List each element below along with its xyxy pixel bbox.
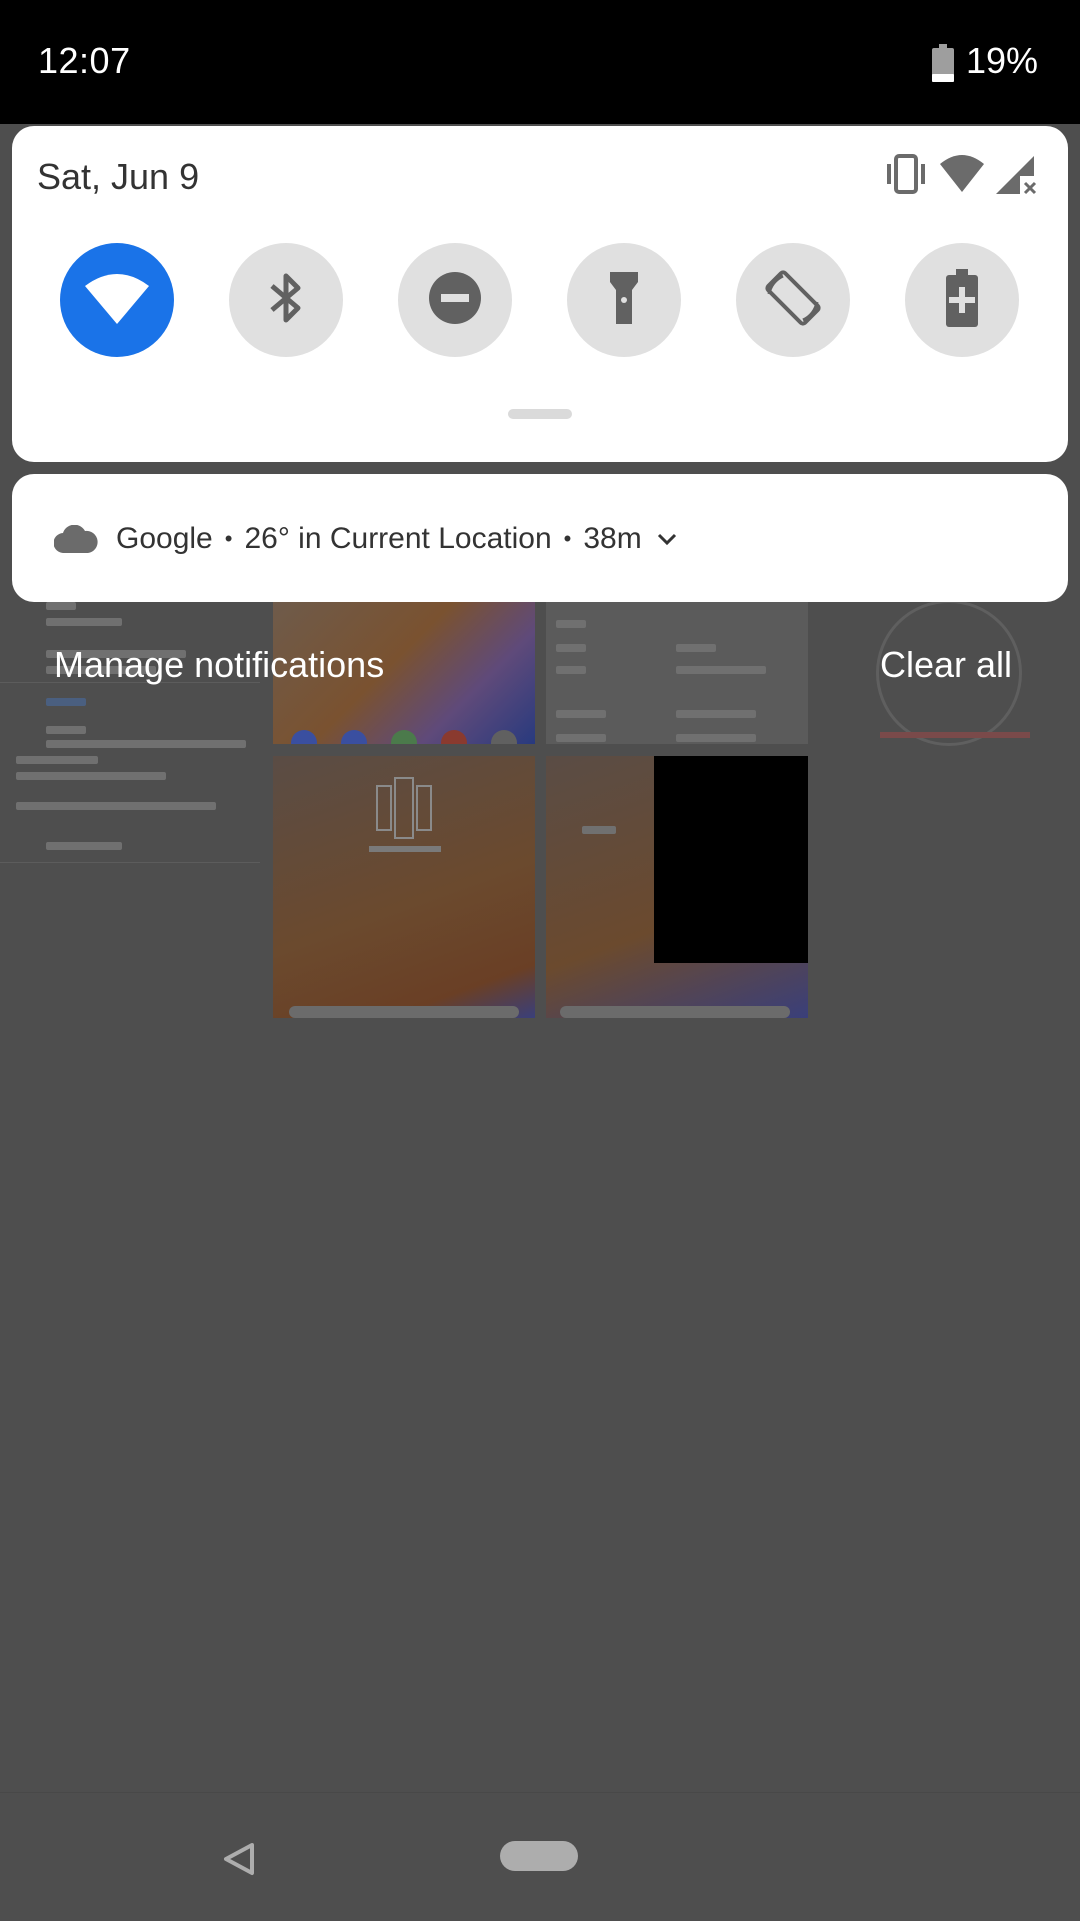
wifi-signal-icon [938, 150, 986, 203]
separator: • [224, 526, 233, 551]
status-bar: 12:07 19% [0, 0, 1080, 124]
bluetooth-icon [266, 270, 306, 331]
auto-rotate-icon [761, 266, 825, 335]
tile-wifi[interactable] [60, 243, 174, 357]
recent-app-thumbnail [546, 756, 808, 1018]
navigation-bar [0, 1792, 1080, 1921]
home-pill-icon[interactable] [500, 1841, 578, 1871]
notification-header: Google • 26° in Current Location • 38m [54, 522, 678, 556]
vibrate-icon [882, 150, 930, 203]
cloud-icon [54, 525, 98, 553]
manage-notifications-button[interactable]: Manage notifications [54, 644, 384, 686]
battery-percent: 19% [965, 40, 1038, 81]
wifi-icon [83, 270, 151, 331]
recent-app-thumbnail [273, 756, 535, 1018]
tile-bluetooth[interactable] [229, 243, 343, 357]
notification-app-name: Google [116, 522, 213, 555]
battery-saver-icon [946, 268, 978, 332]
notification-temperature: 26° in Current Location [244, 522, 552, 555]
quick-settings-panel[interactable]: Sat, Jun 9 [12, 126, 1068, 462]
cell-signal-no-data-icon [992, 150, 1040, 203]
weather-notification[interactable]: Google • 26° in Current Location • 38m [12, 474, 1068, 602]
tile-flashlight[interactable] [567, 243, 681, 357]
status-time: 12:07 [38, 40, 131, 81]
chevron-down-icon[interactable] [656, 532, 678, 546]
notification-age: 38m [583, 522, 642, 555]
do-not-disturb-icon [428, 271, 482, 330]
qs-drag-handle[interactable] [508, 409, 572, 419]
separator: • [563, 526, 572, 551]
battery-icon [932, 44, 954, 82]
flashlight-icon [608, 270, 640, 331]
tile-do-not-disturb[interactable] [398, 243, 512, 357]
background-error-text [880, 732, 1030, 738]
tile-battery-saver[interactable] [905, 243, 1019, 357]
notification-footer: Manage notifications Clear all [0, 644, 1080, 704]
tile-auto-rotate[interactable] [736, 243, 850, 357]
back-triangle-icon[interactable] [222, 1841, 256, 1882]
qs-date[interactable]: Sat, Jun 9 [37, 156, 199, 198]
clear-all-button[interactable]: Clear all [880, 644, 1012, 686]
